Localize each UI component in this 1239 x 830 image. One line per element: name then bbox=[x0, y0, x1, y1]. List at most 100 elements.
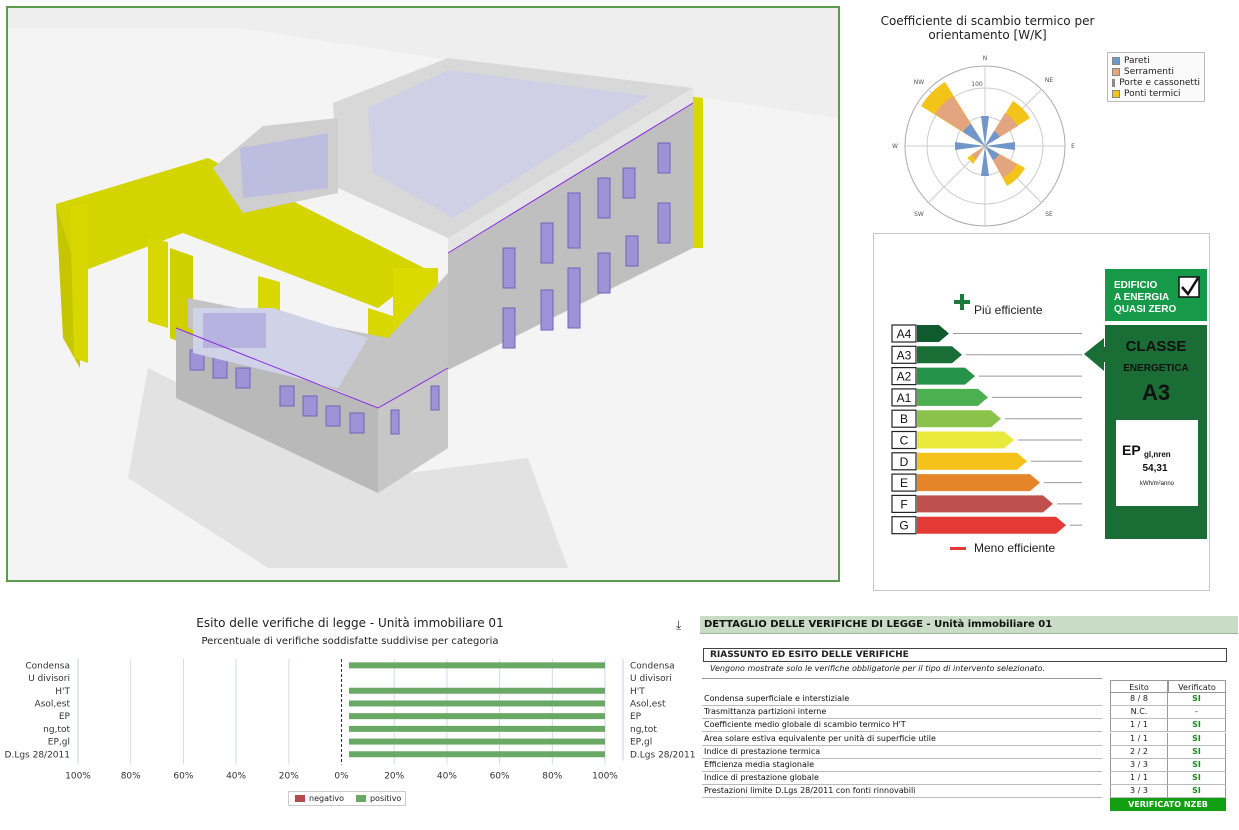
radar-chart: N NE E SE S SW W NW 100 bbox=[892, 55, 1075, 227]
class-label-b: B bbox=[900, 412, 908, 426]
table-row-label: Indice di prestazione globale bbox=[702, 772, 1102, 786]
class-label-e: E bbox=[900, 476, 908, 490]
table-cell-esito: 3 / 3 bbox=[1110, 759, 1168, 772]
minus-icon bbox=[950, 547, 966, 550]
checkbox-check-icon bbox=[1178, 276, 1200, 298]
class-value: A3 bbox=[1142, 380, 1170, 405]
category-label-left: Asol,est bbox=[35, 699, 71, 709]
less-efficient-label: Meno efficiente bbox=[974, 541, 1055, 555]
verifiche-chart-title: Esito delle verifiche di legge - Unità i… bbox=[196, 616, 504, 630]
category-label-left: ng,tot bbox=[43, 725, 70, 735]
ep-sub: gl,nren bbox=[1144, 450, 1171, 459]
table-top-rule bbox=[702, 678, 1102, 692]
x-tick-label: 80% bbox=[121, 772, 141, 780]
x-tick-label: 40% bbox=[226, 772, 246, 780]
radar-label-e: E bbox=[1071, 143, 1075, 150]
x-tick-label: 20% bbox=[384, 772, 404, 780]
building-model-render bbox=[8, 28, 838, 580]
legend-item-serramenti[interactable]: Serramenti bbox=[1112, 66, 1200, 77]
bar-positivo[interactable] bbox=[349, 713, 605, 720]
building-3d-viewport[interactable] bbox=[6, 6, 840, 582]
table-row-label: Condensa superficiale e interstiziale bbox=[702, 693, 1102, 706]
legend-item-ponti[interactable]: Ponti termici bbox=[1112, 88, 1200, 99]
category-label-left: EP,gl bbox=[48, 738, 70, 748]
bar-chart-legend: negativo positivo bbox=[288, 791, 406, 806]
class-label-a4: A4 bbox=[897, 327, 912, 341]
radar-label-w: W bbox=[892, 143, 898, 150]
x-tick-label: 20% bbox=[279, 772, 299, 780]
category-label-right: U divisori bbox=[630, 674, 672, 684]
category-label-left: EP bbox=[59, 712, 71, 722]
class-label-f: F bbox=[900, 497, 907, 511]
category-label-right: Asol,est bbox=[630, 699, 666, 709]
table-row-label: Prestazioni limite D.Lgs 28/2011 con fon… bbox=[702, 785, 1102, 799]
table-cell-esito: 1 / 1 bbox=[1110, 719, 1168, 733]
bar-positivo[interactable] bbox=[349, 751, 605, 758]
class-bar-d bbox=[917, 452, 1027, 470]
legend-swatch bbox=[1112, 89, 1120, 98]
category-label-right: EP bbox=[630, 712, 642, 722]
legend-swatch bbox=[1112, 67, 1120, 76]
nzeb-line2: A ENERGIA bbox=[1114, 292, 1169, 303]
table-cell-esito: 3 / 3 bbox=[1110, 785, 1168, 799]
energetica-label: ENERGETICA bbox=[1123, 363, 1189, 374]
radar-label-nw: NW bbox=[914, 79, 924, 86]
legend-label-positivo: positivo bbox=[369, 794, 402, 803]
radar-label-n: N bbox=[983, 55, 988, 62]
download-icon[interactable]: ⤓ bbox=[676, 618, 681, 633]
bar-positivo[interactable] bbox=[349, 700, 605, 707]
radar-chart-title: Coefficiente di scambio termico per orie… bbox=[870, 14, 1105, 42]
radar-label-ne: NE bbox=[1045, 77, 1053, 84]
table-cell-verificato: SI bbox=[1168, 759, 1226, 772]
radar-legend: Pareti Serramenti Porte e cassonetti Pon… bbox=[1107, 52, 1205, 102]
table-cell-verificato: SI bbox=[1168, 785, 1226, 799]
class-pointer-arrow bbox=[1084, 338, 1105, 371]
energy-class-chart: Più efficiente A4 A3 A2 A1 BCDEFG Meno effic… bbox=[891, 269, 1207, 555]
table-cell-esito: 2 / 2 bbox=[1110, 745, 1168, 759]
category-label-right: Condensa bbox=[630, 661, 675, 671]
category-label-right: EP,gl bbox=[630, 738, 652, 748]
table-cell-verificato: - bbox=[1168, 706, 1226, 720]
radar-title-line1: Coefficiente di scambio termico per bbox=[880, 14, 1095, 28]
radar-ring-label: 100 bbox=[971, 81, 983, 88]
verificato-nzeb-badge: VERIFICATO NZEB bbox=[1110, 798, 1226, 811]
x-tick-label: 40% bbox=[437, 772, 457, 780]
legend-swatch-positivo bbox=[355, 795, 366, 802]
table-cell-verificato: SI bbox=[1168, 772, 1226, 786]
class-label-d: D bbox=[900, 455, 909, 469]
class-bars: A4 A3 A2 A1 BCDEFG bbox=[891, 324, 1082, 535]
category-label-left: U divisori bbox=[28, 674, 70, 684]
legend-item-pareti[interactable]: Pareti bbox=[1112, 55, 1200, 66]
radar-label-sw: SW bbox=[914, 211, 924, 218]
legend-swatch bbox=[1112, 78, 1116, 87]
ep-unit: kWh/m²anno bbox=[1140, 481, 1175, 487]
table-cell-verificato: SI bbox=[1168, 719, 1226, 733]
class-label-a3: A3 bbox=[897, 348, 912, 362]
riassunto-title: RIASSUNTO ED ESITO DELLE VERIFICHE bbox=[703, 648, 1227, 662]
nzeb-line3: QUASI ZERO bbox=[1114, 304, 1176, 315]
radar-title-line2: orientamento [W/K] bbox=[928, 28, 1047, 42]
legend-swatch-negativo bbox=[295, 795, 305, 802]
legend-item-porte[interactable]: Porte e cassonetti bbox=[1112, 77, 1200, 88]
x-tick-label: 80% bbox=[542, 772, 562, 780]
col-verificato-header: Verificato bbox=[1168, 680, 1226, 693]
legend-label: Porte e cassonetti bbox=[1119, 77, 1200, 88]
dettaglio-header: DETTAGLIO DELLE VERIFICHE DI LEGGE - Uni… bbox=[700, 616, 1238, 634]
class-bar-a4 bbox=[917, 325, 949, 342]
legend-label: Ponti termici bbox=[1124, 88, 1181, 99]
class-bar-g bbox=[917, 516, 1066, 534]
bar-positivo[interactable] bbox=[349, 725, 605, 732]
bar-positivo[interactable] bbox=[349, 738, 605, 745]
classe-label: CLASSE bbox=[1126, 338, 1187, 355]
class-bar-c bbox=[917, 431, 1014, 449]
bar-positivo[interactable] bbox=[349, 687, 605, 694]
x-tick-label: 60% bbox=[490, 772, 510, 780]
category-label-right: D.Lgs 28/2011 bbox=[630, 750, 695, 760]
more-efficient-label: Più efficiente bbox=[974, 303, 1043, 317]
legend-label: Pareti bbox=[1124, 55, 1150, 66]
class-bar-b bbox=[917, 410, 1001, 428]
class-bar-f bbox=[917, 495, 1053, 513]
class-bar-e bbox=[917, 474, 1040, 492]
class-bar-a2 bbox=[917, 367, 975, 385]
bar-positivo[interactable] bbox=[349, 662, 605, 669]
